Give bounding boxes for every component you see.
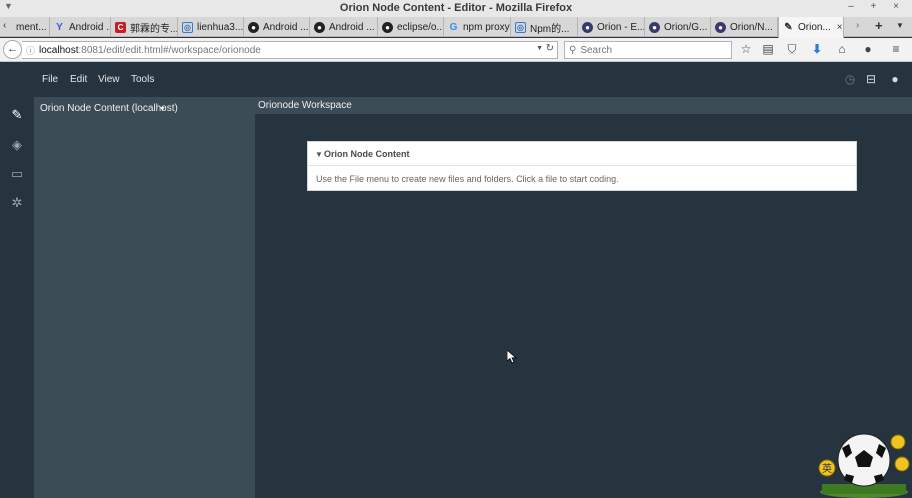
google-icon: G [449, 21, 458, 33]
browser-tab[interactable]: ● Android ... [244, 17, 310, 37]
edit-pencil-icon[interactable]: ✎ [9, 107, 25, 123]
url-path: :8081/edit/edit.html#/workspace/orionode [78, 44, 261, 56]
tabs-scroll-right-icon[interactable]: › [856, 20, 859, 31]
reload-icon[interactable]: ↻ [546, 43, 554, 54]
github-icon: ● [382, 21, 393, 33]
github-icon: ● [314, 21, 325, 33]
git-icon[interactable]: ◈ [9, 137, 25, 153]
url-history-dropdown-icon[interactable]: ▼ [536, 45, 543, 52]
chat-icon[interactable]: ● [861, 42, 875, 56]
pencil-icon: ✎ [784, 22, 793, 33]
tab-label: Orion... [798, 22, 831, 33]
editor-area: ▼ Orion Node Content Use the File menu t… [255, 114, 912, 498]
menu-file[interactable]: File [42, 74, 58, 85]
tab-label: Npm的... [530, 23, 570, 35]
url-bar[interactable]: ⓘ localhost:8081/edit/edit.html#/workspa… [22, 41, 558, 59]
card-header[interactable]: ▼ Orion Node Content [308, 142, 856, 166]
window-titlebar: ▼ Orion Node Content - Editor - Mozilla … [0, 0, 912, 17]
file-navigator-pane: Orion Node Content (localhost) ▼ [34, 97, 255, 498]
tab-label: ment... [16, 21, 47, 33]
soccer-ball-desktop-widget[interactable]: 英 [816, 430, 912, 498]
browser-tab[interactable]: ◎ Npm的... [511, 17, 578, 37]
hamburger-menu-icon[interactable]: ≡ [889, 42, 903, 56]
window-controls[interactable]: – + × [848, 1, 906, 12]
tab-label: eclipse/o... [397, 21, 444, 33]
workspace-breadcrumb: Orionode Workspace [255, 97, 912, 114]
browser-tab[interactable]: Y Android ... [50, 17, 111, 37]
settings-gear-icon[interactable]: ✲ [9, 195, 25, 211]
split-editor-icon[interactable]: ⊟ [864, 72, 878, 86]
bookmark-star-icon[interactable]: ☆ [739, 42, 753, 56]
browser-tab[interactable]: ment... [12, 17, 50, 37]
tab-strip: ‹ ment... Y Android ... C 郭霖的专... ◎ lien… [0, 17, 912, 38]
tab-label: Android ... [263, 21, 309, 33]
mouse-cursor-icon [507, 350, 517, 364]
url-host: localhost [39, 44, 79, 56]
collapse-triangle-icon[interactable]: ▼ [315, 150, 323, 159]
card-instructions: Use the File menu to create new files an… [316, 174, 619, 184]
workspace-title: Orionode Workspace [258, 100, 352, 111]
tab-close-icon[interactable]: × [837, 22, 843, 33]
browser-tab[interactable]: G npm proxy [444, 17, 511, 37]
tab-label: 郭霖的专... [130, 23, 178, 35]
navigation-bar: ← ⓘ localhost:8081/edit/edit.html#/works… [0, 38, 912, 62]
search-bar[interactable]: ⚲ [564, 41, 732, 59]
menu-view[interactable]: View [98, 74, 120, 85]
orion-icon: ● [582, 21, 593, 33]
yahoo-filter-icon: Y [56, 21, 63, 33]
shell-window-icon[interactable]: ▭ [9, 166, 25, 182]
orion-icon: ● [649, 21, 660, 33]
tabs-scroll-left-icon[interactable]: ‹ [3, 20, 6, 31]
browser-tab[interactable]: ● Orion/G... [645, 17, 711, 37]
chevron-down-icon[interactable]: ▼ [159, 106, 166, 113]
browser-tab[interactable]: ● Orion/N... [711, 17, 778, 37]
progress-clock-icon: ◷ [844, 72, 856, 86]
tab-label: npm proxy [463, 21, 510, 33]
browser-tab[interactable]: ● eclipse/o... [378, 17, 444, 37]
tab-label: Orion - E... [597, 21, 645, 33]
orion-icon: ● [715, 21, 726, 33]
browser-tab[interactable]: ● Android ... [310, 17, 378, 37]
tab-label: Orion/N... [730, 21, 773, 33]
github-icon: ● [248, 21, 259, 33]
menu-tools[interactable]: Tools [131, 74, 154, 85]
tab-label: Orion/G... [664, 21, 708, 33]
app-header: File Edit View Tools ◷ ⊟ ● [0, 63, 912, 97]
home-icon[interactable]: ⌂ [835, 42, 849, 56]
navigator-title[interactable]: Orion Node Content (localhost) [40, 103, 178, 114]
tab-list-chevron-icon[interactable]: ▼ [896, 21, 904, 30]
menu-edit[interactable]: Edit [70, 74, 87, 85]
window-title: Orion Node Content - Editor - Mozilla Fi… [339, 2, 573, 14]
orion-app: File Edit View Tools ◷ ⊟ ● ✎ ◈ ▭ ✲ Orion… [0, 63, 912, 498]
back-arrow-icon[interactable]: ← [3, 40, 22, 59]
browser-tab-active[interactable]: ✎ Orion... × [778, 17, 844, 38]
tab-label: Android ... [329, 21, 375, 33]
csdn-icon: C [115, 21, 126, 33]
workspace-content-card: ▼ Orion Node Content Use the File menu t… [307, 141, 857, 191]
side-toolbar: ✎ ◈ ▭ ✲ [0, 97, 34, 498]
blog-icon: ◎ [515, 21, 526, 33]
card-title: Orion Node Content [324, 149, 410, 159]
pocket-icon[interactable]: ⛉ [785, 42, 799, 56]
download-icon[interactable]: ⬇ [810, 42, 824, 56]
tab-label: Android ... [69, 21, 111, 33]
browser-tab[interactable]: ● Orion - E... [578, 17, 645, 37]
browser-tab[interactable]: ◎ lienhua3... [178, 17, 244, 37]
new-tab-icon[interactable]: + [875, 18, 883, 33]
user-profile-icon[interactable]: ● [888, 72, 902, 86]
browser-tab[interactable]: C 郭霖的专... [111, 17, 178, 37]
svg-text:英: 英 [822, 462, 832, 475]
search-input[interactable] [580, 44, 721, 56]
site-info-icon[interactable]: ⓘ [26, 44, 35, 57]
tab-label: lienhua3... [197, 21, 244, 33]
reading-list-icon[interactable]: ▤ [761, 42, 775, 56]
search-icon: ⚲ [569, 44, 577, 56]
blog-icon: ◎ [182, 21, 193, 33]
